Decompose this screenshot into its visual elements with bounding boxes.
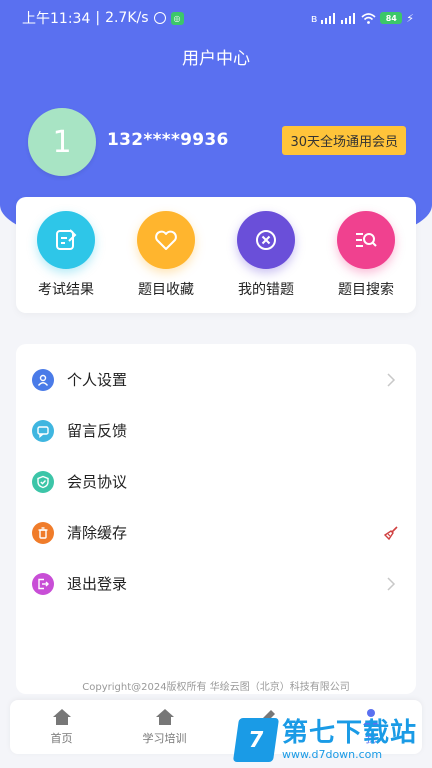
user-phone: 132****9936 [107, 130, 229, 150]
tab-study[interactable]: 学习培训 [113, 700, 216, 754]
status-separator: | [95, 10, 101, 26]
shield-icon [32, 470, 54, 493]
watermark-logo: 7 [232, 718, 280, 762]
avatar[interactable]: 1 [28, 108, 96, 176]
quick-action-label: 考试结果 [38, 282, 94, 298]
heart-icon [137, 211, 195, 269]
status-bar: 上午11:34 | 2.7K/s ◎ ʙ 84 ⚡ [0, 0, 432, 36]
menu-item-personal-settings[interactable]: 个人设置 [16, 354, 416, 405]
copyright-text: Copyright@2024版权所有 华绘云图（北京）科技有限公司 [82, 682, 350, 693]
watermark-overlay: 7 第七下载站 www.d7down.com [232, 712, 432, 768]
alarm-icon [153, 12, 166, 24]
message-icon [32, 419, 54, 442]
menu-item-label: 留言反馈 [67, 422, 128, 440]
quick-action-label: 我的错题 [238, 282, 294, 298]
search-list-icon [337, 211, 395, 269]
signal-2-icon [341, 12, 356, 24]
exam-result-icon [37, 211, 95, 269]
person-icon [32, 368, 54, 391]
vip-badge[interactable]: 30天全场通用会员 [282, 126, 406, 155]
quick-action-search[interactable]: 题目搜索 [321, 211, 411, 299]
menu-item-label: 清除缓存 [67, 524, 128, 542]
home-icon [155, 709, 174, 725]
broom-icon[interactable] [382, 524, 400, 542]
app-notification-icon: ◎ [170, 11, 184, 25]
status-net-speed: 2.7K/s [105, 10, 149, 26]
menu-item-label: 会员协议 [67, 473, 128, 491]
menu-item-feedback[interactable]: 留言反馈 [16, 405, 416, 456]
menu-item-label: 个人设置 [67, 371, 128, 389]
quick-actions-card: 考试结果 题目收藏 我的错题 题目搜索 [16, 197, 416, 313]
trash-icon [32, 521, 54, 544]
watermark-title: 第七下载站 [282, 718, 418, 748]
quick-action-favorites[interactable]: 题目收藏 [121, 211, 211, 299]
wrong-question-icon [237, 211, 295, 269]
home-icon [52, 709, 71, 725]
menu-item-member-agreement[interactable]: 会员协议 [16, 456, 416, 507]
quick-action-label: 题目收藏 [138, 282, 194, 298]
chevron-right-icon [382, 575, 400, 593]
charging-icon: ⚡ [406, 11, 414, 25]
menu-item-label: 退出登录 [67, 575, 128, 593]
tab-label: 学习培训 [142, 732, 187, 745]
menu-item-clear-cache[interactable]: 清除缓存 [16, 507, 416, 558]
battery-icon: 84 [380, 12, 403, 24]
bluetooth-icon: ʙ [310, 11, 318, 25]
tab-label: 首页 [50, 732, 73, 745]
chevron-right-icon [382, 371, 400, 389]
signal-icon [321, 12, 336, 24]
quick-action-wrong-questions[interactable]: 我的错题 [221, 211, 311, 299]
menu-card: 个人设置 留言反馈 会员协议 清除缓存 退出登录 [16, 344, 416, 694]
page-title: 用户中心 [182, 49, 250, 69]
logout-icon [32, 572, 54, 595]
watermark-url: www.d7down.com [282, 748, 383, 761]
tab-home[interactable]: 首页 [10, 700, 113, 754]
quick-action-exam-result[interactable]: 考试结果 [21, 211, 111, 299]
menu-item-logout[interactable]: 退出登录 [16, 558, 416, 609]
quick-action-label: 题目搜索 [338, 282, 394, 298]
wifi-icon [361, 12, 376, 24]
status-time: 上午11:34 [22, 11, 91, 27]
